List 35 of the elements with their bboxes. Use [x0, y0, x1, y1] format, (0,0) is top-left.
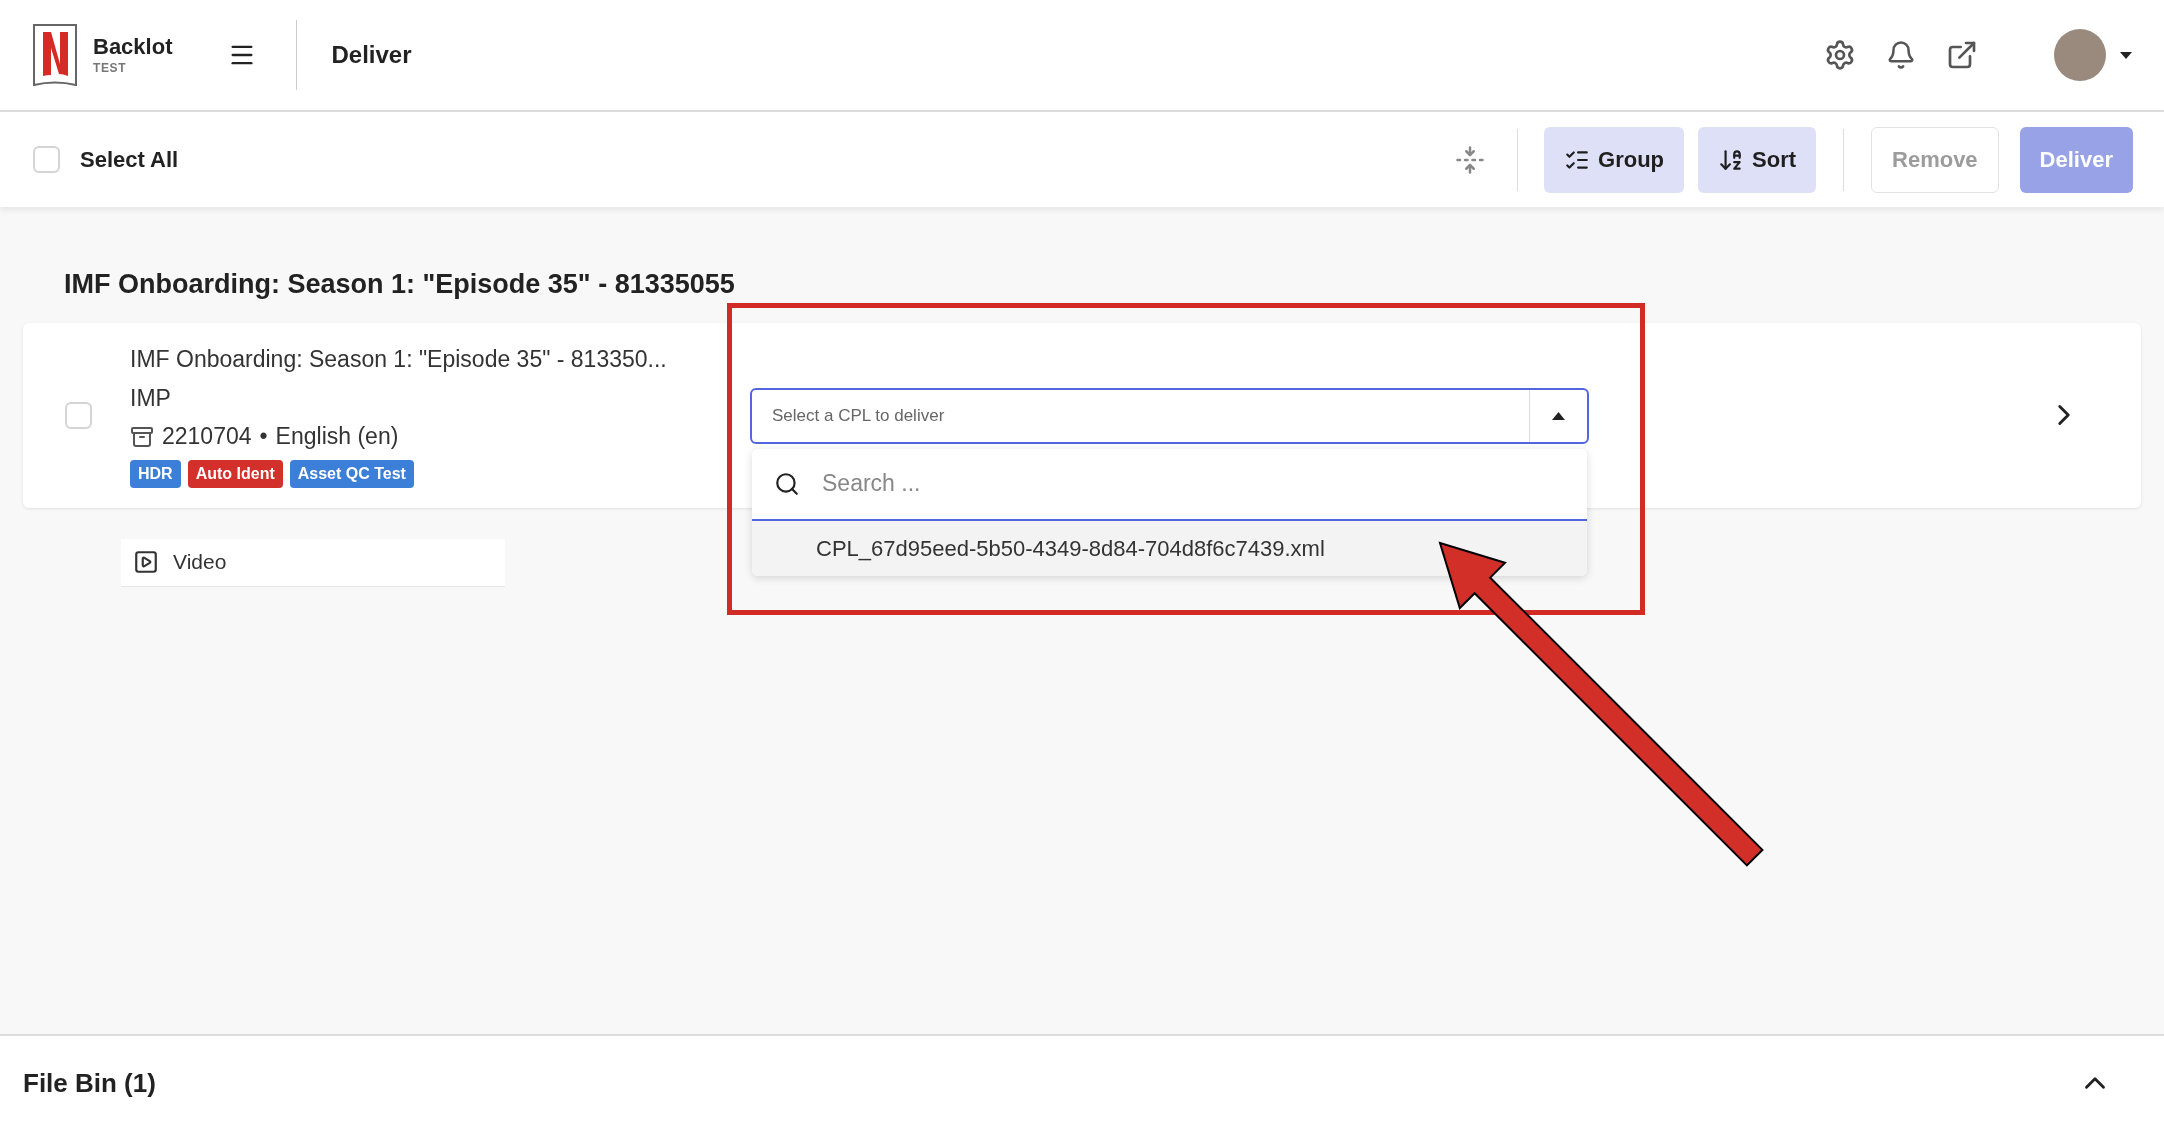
bell-icon[interactable]	[1886, 40, 1916, 70]
caret-icon[interactable]	[2120, 51, 2132, 59]
settings-icon[interactable]	[1824, 39, 1856, 71]
avatar[interactable]	[2054, 29, 2106, 81]
archive-icon	[130, 424, 154, 449]
group-heading: IMF Onboarding: Season 1: "Episode 35" - 81335055	[64, 268, 736, 301]
group-button[interactable]: Group	[1544, 126, 1684, 193]
track-row[interactable]: Video	[121, 538, 505, 587]
file-bin-title: File Bin (1)	[23, 1066, 156, 1100]
collapse-icon[interactable]	[1455, 144, 1485, 175]
logo-icon	[33, 24, 77, 86]
select-all-label: Select All	[80, 146, 179, 174]
asset-title: IMF Onboarding: Season 1: "Episode 35" - 813350...	[130, 345, 668, 375]
dropdown-option[interactable]: CPL_67d95eed-5b50-4349-8d84-704d8f6c7439.xml	[752, 520, 1587, 576]
track-label: Video	[173, 549, 227, 576]
asset-id: 2210704	[162, 422, 252, 452]
environment-label: TEST	[93, 62, 128, 74]
checkbox[interactable]	[65, 401, 92, 429]
caret-icon[interactable]	[1552, 411, 1565, 420]
tag: Auto Ident	[187, 459, 283, 488]
tag: Asset QC Test	[289, 459, 414, 488]
sort-button[interactable]: Sort	[1698, 126, 1816, 193]
separator-dot: •	[259, 422, 268, 452]
cpl-select[interactable]: Select a CPL to deliver	[750, 387, 1589, 444]
tag: HDR	[130, 459, 181, 488]
asset-language: English (en)	[275, 422, 399, 452]
brand-name: Backlot	[93, 36, 173, 58]
checkbox[interactable]	[33, 146, 60, 173]
page-title: Deliver	[331, 40, 412, 70]
external-link-icon[interactable]	[1946, 39, 1978, 71]
search-input[interactable]: Search ...	[822, 466, 1587, 501]
search-icon	[774, 470, 800, 497]
video-icon	[133, 549, 159, 575]
asset-type: IMP	[130, 383, 172, 413]
select-placeholder: Select a CPL to deliver	[772, 404, 946, 427]
